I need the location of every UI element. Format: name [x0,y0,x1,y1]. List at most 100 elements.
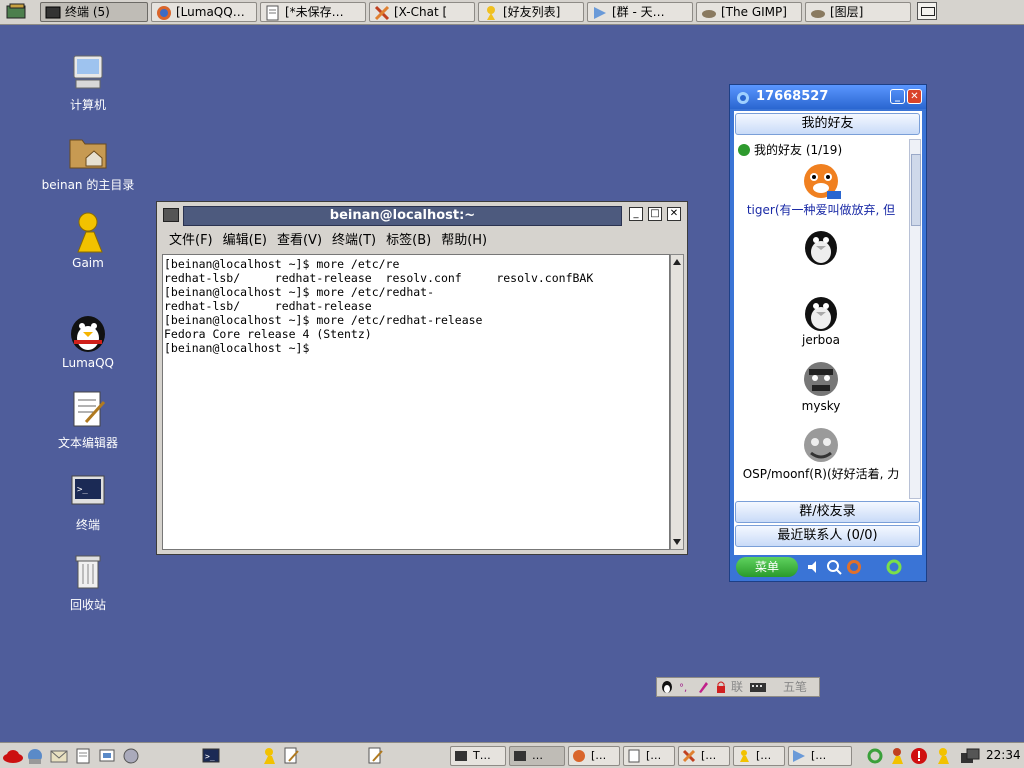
friend-item[interactable] [734,227,908,267]
terminal-scrollbar[interactable] [670,254,684,550]
tiger-avatar-icon [801,161,841,201]
close-icon[interactable]: ✕ [667,207,681,221]
gaim-tray-icon[interactable] [888,747,906,765]
friend-item[interactable]: tiger(有一种爱叫做放弃, 但 [734,161,908,218]
taskbar-item-gimp-layers[interactable]: [图层] [805,2,911,22]
ime-link[interactable]: 联 [731,678,743,696]
office-impress-icon[interactable] [98,747,116,765]
monster-avatar-icon [801,425,841,465]
taskbar-item-gimp[interactable]: [The GIMP] [696,2,802,22]
gaim-launcher-icon[interactable] [260,747,278,765]
desktop-icon-trash[interactable]: 回收站 [33,550,143,613]
taskbar-item-terminal[interactable]: 终端 (5) [40,2,148,22]
terminal-launcher-icon[interactable]: >_ [202,747,220,765]
office-writer-icon[interactable] [74,747,92,765]
gaim-tray-icon[interactable] [934,747,952,765]
taskbar-item-qq-group[interactable]: [群 - 天… [587,2,693,22]
taskbar-item-xchat[interactable]: [X-Chat [ [369,2,475,22]
friend-item[interactable]: OSP/moonf(R)(好好活着, 力 [734,425,908,482]
friend-list: 我的好友 (1/19) tiger(有一种爱叫做放弃, 但 jerboa mys… [734,137,908,497]
lumaqq-window[interactable]: 17668527 _ ✕ 我的好友 我的好友 (1/19) tiger(有一种爱… [729,84,927,582]
desktop-icon-text-editor[interactable]: 文本编辑器 [33,388,143,451]
lumaqq-body: 我的好友 我的好友 (1/19) tiger(有一种爱叫做放弃, 但 jerbo… [734,111,922,579]
lumaqq-titlebar[interactable]: 17668527 _ ✕ [730,85,926,109]
tab-my-friends[interactable]: 我的好友 [735,113,920,135]
taskbar-item-lumaqq-browser[interactable]: [LumaQQ… [151,2,257,22]
qq-group-icon [792,749,806,763]
text-editor-launcher-icon[interactable] [282,747,300,765]
menu-view[interactable]: 查看(V) [277,231,322,251]
terminal-menubar: 文件(F) 编辑(E) 查看(V) 终端(T) 标签(B) 帮助(H) [163,231,491,251]
tab-recent-contacts[interactable]: 最近联系人 (0/0) [735,525,920,547]
network-icon[interactable] [26,747,44,765]
desktop-icon-lumaqq[interactable]: LumaQQ [33,310,143,370]
minimize-icon[interactable]: _ [629,207,643,221]
bottom-task-text-editor[interactable]: [… [623,746,675,766]
input-method-bar[interactable]: °, 联 五笔 [656,677,820,697]
text-editor-icon [627,749,641,763]
main-menu-icon[interactable] [4,2,30,22]
terminal-titlebar[interactable]: beinan@localhost:~ _ □ ✕ [157,202,687,228]
redhat-menu-icon[interactable] [2,747,23,765]
firefox-icon[interactable] [846,559,862,578]
bottom-task-gaim[interactable]: [… [733,746,785,766]
terminal-window[interactable]: beinan@localhost:~ _ □ ✕ 文件(F) 编辑(E) 查看(V)… [156,201,688,555]
menu-edit[interactable]: 编辑(E) [223,231,267,251]
text-editor-launcher-icon[interactable] [366,747,384,765]
taskbar-item-buddy-list[interactable]: [好友列表] [478,2,584,22]
office-calc-icon[interactable] [122,747,140,765]
menu-help[interactable]: 帮助(H) [441,231,487,251]
window-menu-icon[interactable] [163,208,179,222]
menu-tabs[interactable]: 标签(B) [386,231,431,251]
firefox-icon [572,749,586,763]
bottom-task-terminal[interactable]: T… [450,746,506,766]
workspace-switcher-icon[interactable] [917,2,937,20]
scrollbar-thumb[interactable] [911,154,921,226]
friend-item[interactable]: jerboa [734,293,908,347]
friend-list-scrollbar[interactable] [909,139,921,499]
terminal-output[interactable]: [beinan@localhost ~]$ more /etc/re redha… [162,254,670,550]
mail-icon[interactable] [50,747,68,765]
keyboard-icon[interactable] [749,680,767,699]
friend-item[interactable]: mysky [734,359,908,413]
bottom-task-qq-group[interactable]: [… [788,746,852,766]
desktop-icon-computer[interactable]: 计算机 [33,50,143,113]
network-tray-icon[interactable] [960,747,980,765]
desktop-icon-home[interactable]: beinan 的主目录 [33,130,143,193]
bottom-task-firefox[interactable]: [… [568,746,620,766]
firefox-icon [156,5,172,21]
qq-menu-button[interactable]: 菜单 [736,557,798,577]
sound-icon[interactable] [806,559,822,578]
bottom-task-terminal-2[interactable]: … [509,746,565,766]
clock[interactable]: 22:34 [986,748,1021,762]
qq-penguin-icon [66,310,110,354]
scroll-down-icon[interactable] [673,539,681,545]
punctuation-icon[interactable]: °, [678,680,692,699]
alert-icon[interactable] [910,747,928,765]
menu-terminal[interactable]: 终端(T) [332,231,376,251]
search-icon[interactable] [826,559,842,578]
taskbar-item-text-editor[interactable]: [*未保存… [260,2,366,22]
scroll-up-icon[interactable] [673,259,681,265]
terminal-icon [454,749,468,763]
maximize-icon[interactable]: □ [648,207,662,221]
gimp-icon [701,5,717,21]
desktop-icon-gaim[interactable]: Gaim [33,210,143,270]
ime-mode-wubi[interactable]: 五笔 [783,678,807,696]
bottom-task-xchat[interactable]: [… [678,746,730,766]
minimize-icon[interactable]: _ [890,89,905,104]
fullwidth-icon[interactable] [696,680,710,699]
menu-file[interactable]: 文件(F) [169,231,213,251]
svg-text:°,: °, [679,683,687,694]
penguin-icon[interactable] [660,680,674,699]
desktop-icon-terminal[interactable]: >_ 终端 [33,470,143,533]
friend-group-header[interactable]: 我的好友 (1/19) [738,141,842,158]
lock-icon[interactable] [714,680,728,699]
qq-group-icon [592,5,608,21]
recycle-icon[interactable] [866,747,884,765]
qq-logo-icon [736,90,750,104]
penguin-avatar-icon [801,293,841,333]
tab-groups[interactable]: 群/校友录 [735,501,920,523]
close-icon[interactable]: ✕ [907,89,922,104]
refresh-icon[interactable] [886,559,902,578]
